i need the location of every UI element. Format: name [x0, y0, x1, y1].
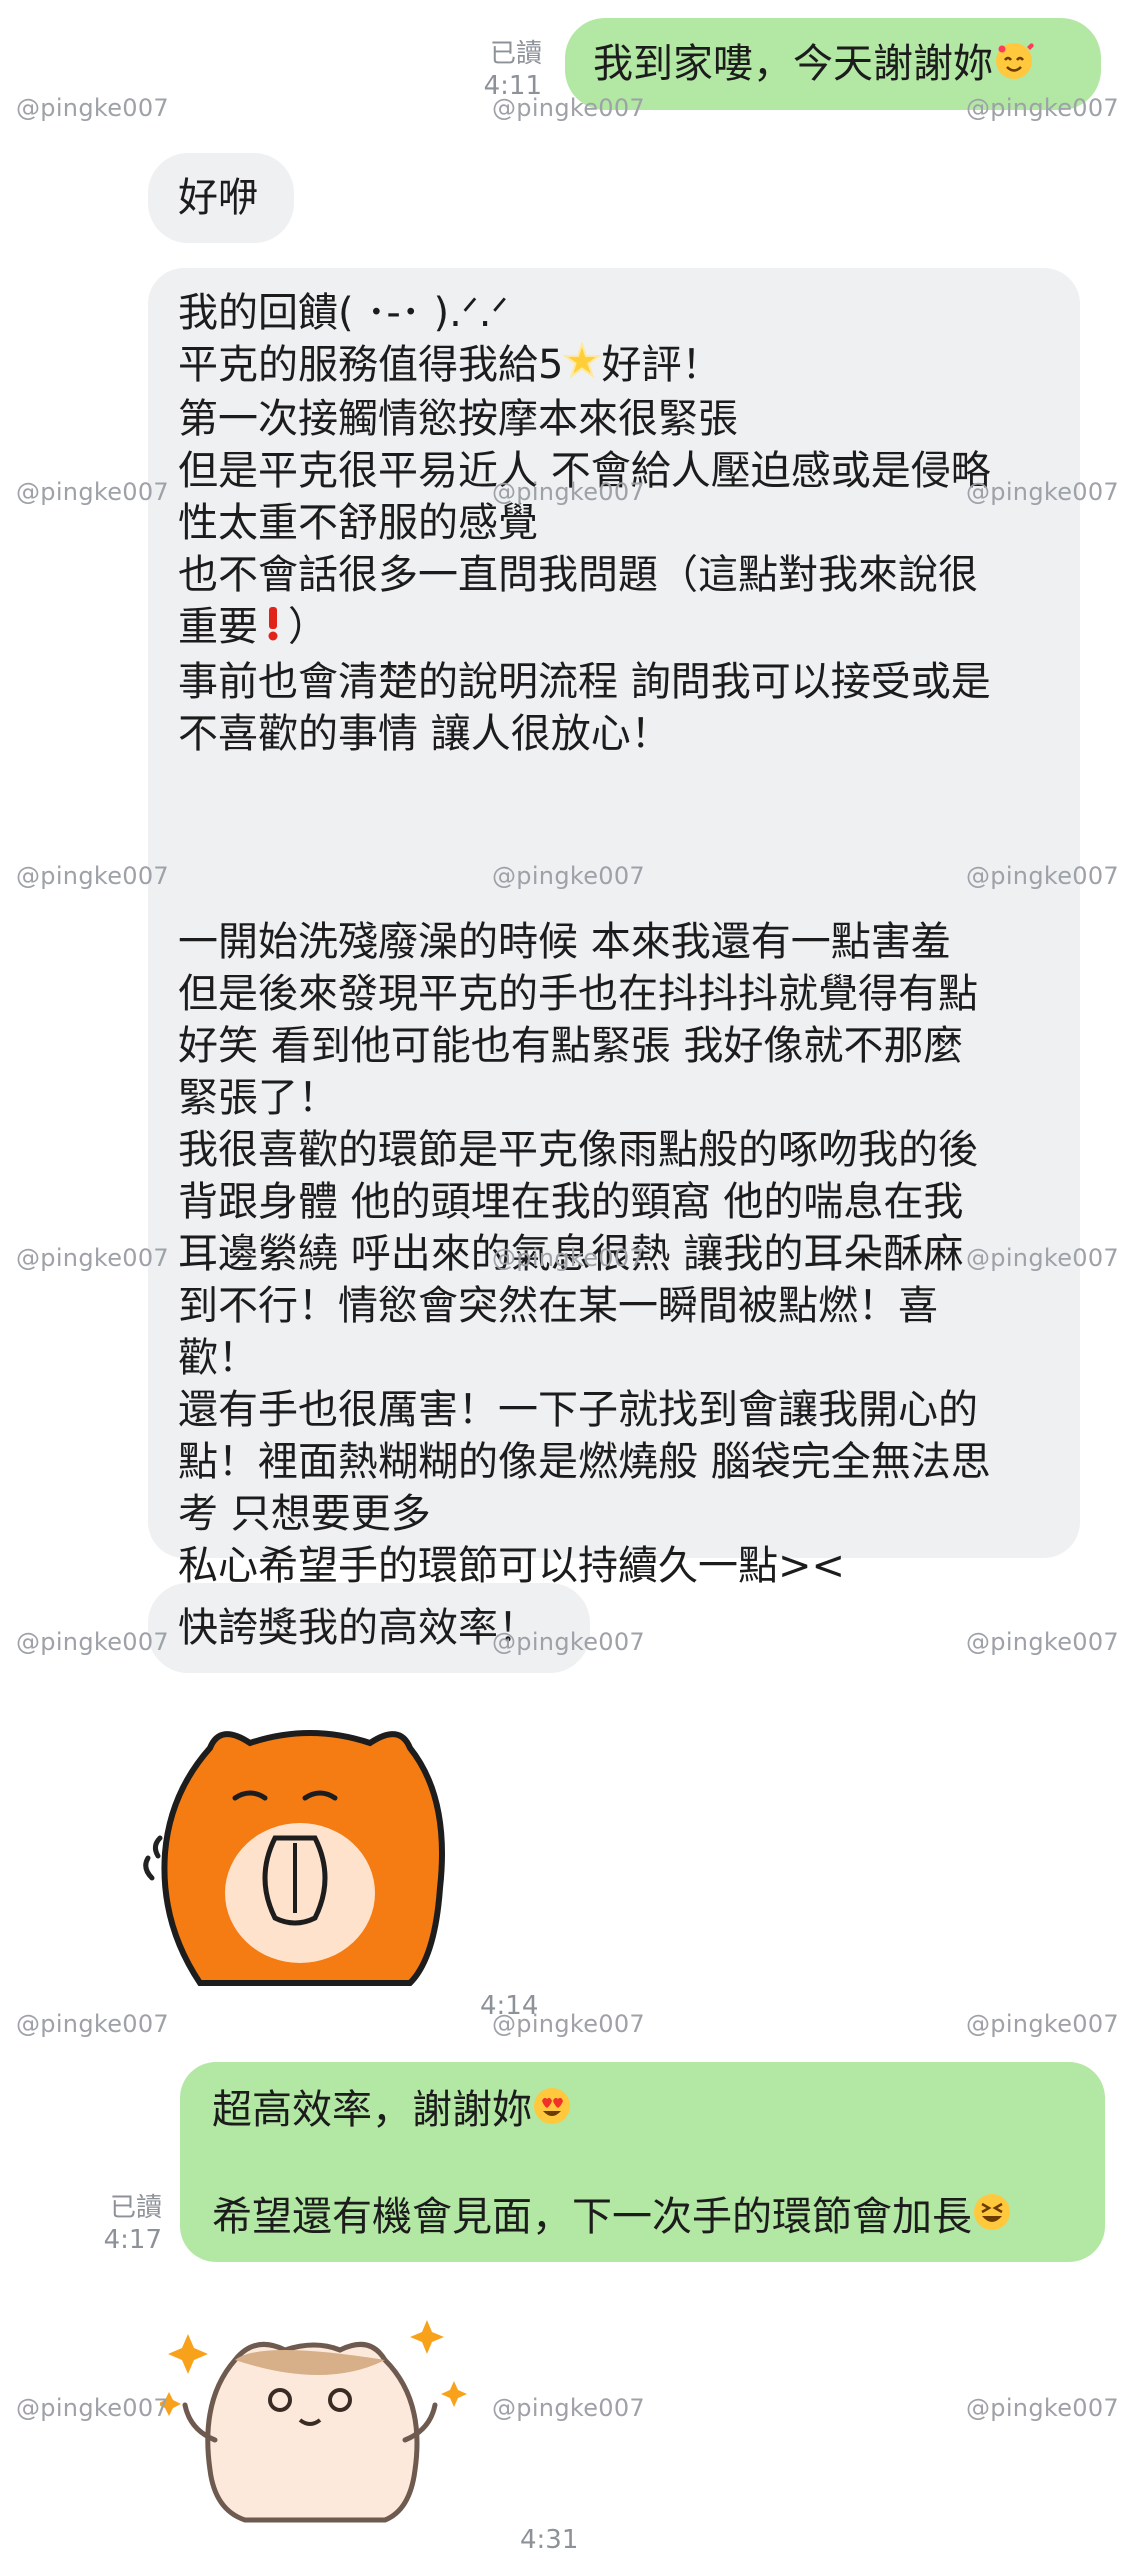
- message-line: 也不會話很多一直問我問題（這點對我來說很: [178, 552, 978, 598]
- outgoing-message-bubble[interactable]: 超高效率，謝謝妳 希望還有機會見面，下一次手的環節會加長: [180, 2062, 1105, 2262]
- watermark: @pingke007: [16, 1244, 169, 1272]
- message-line: 好笑 看到他可能也有點緊張 我好像就不那麼: [178, 1022, 964, 1069]
- smiling-face-with-hearts-icon: [993, 39, 1035, 94]
- read-label: 已讀: [489, 39, 542, 69]
- incoming-message-bubble[interactable]: 好咿: [148, 153, 294, 243]
- message-line: 點！裡面熱糊糊的像是燃燒般 腦袋完全無法思: [178, 1438, 991, 1485]
- watermark: @pingke007: [16, 1628, 169, 1656]
- message-line: 重要）: [178, 601, 1050, 656]
- message-line: 超高效率，謝謝妳: [212, 2084, 1073, 2139]
- read-receipt: 已讀 4:11: [470, 38, 542, 102]
- exclamation-mark-icon: [258, 603, 288, 656]
- message-line: 希望還有機會見面，下一次手的環節會加長: [212, 2191, 1073, 2246]
- watermark: @pingke007: [16, 2010, 169, 2038]
- watermark: @pingke007: [16, 478, 169, 506]
- message-line: 第一次接觸情慾按摩本來很緊張: [178, 396, 738, 442]
- watermark: @pingke007: [16, 94, 169, 122]
- watermark: @pingke007: [492, 2394, 645, 2422]
- message-line: 背跟身體 他的頭埋在我的頸窩 他的喘息在我: [178, 1178, 964, 1225]
- read-receipt: 已讀 4:17: [82, 2192, 162, 2256]
- message-line: 歡！: [178, 1334, 258, 1381]
- message-time: 4:17: [103, 2225, 162, 2255]
- grinning-squinting-face-icon: [972, 2192, 1012, 2245]
- message-line: 我很喜歡的環節是平克像雨點般的啄吻我的後: [178, 1126, 978, 1173]
- hamster-cheering-sticker[interactable]: [157, 2320, 490, 2530]
- watermark: @pingke007: [966, 2010, 1119, 2038]
- watermark: @pingke007: [966, 1244, 1119, 1272]
- message-line: 事前也會清楚的說明流程 詢問我可以接受或是: [178, 658, 991, 705]
- message-line: 一開始洗殘廢澡的時候 本來我還有一點害羞: [178, 918, 951, 965]
- watermark: @pingke007: [16, 2394, 169, 2422]
- message-text: 快誇獎我的高效率！: [178, 1605, 538, 1651]
- hamster-praying-sticker[interactable]: [140, 1718, 480, 2008]
- watermark: @pingke007: [966, 478, 1119, 506]
- message-line: 不喜歡的事情 讓人很放心！: [178, 710, 671, 757]
- message-line: 緊張了！: [178, 1074, 338, 1121]
- watermark: @pingke007: [492, 2010, 645, 2038]
- glowing-star-icon: [562, 340, 603, 393]
- watermark: @pingke007: [966, 1628, 1119, 1656]
- message-text: 好咿: [178, 175, 258, 221]
- watermark: @pingke007: [966, 862, 1119, 890]
- message-line: 考 只想要更多: [178, 1490, 431, 1537]
- message-time: 4:31: [520, 2525, 579, 2555]
- watermark: @pingke007: [966, 2394, 1119, 2422]
- watermark: @pingke007: [492, 94, 645, 122]
- watermark: @pingke007: [16, 862, 169, 890]
- watermark: @pingke007: [492, 1628, 645, 1656]
- read-label: 已讀: [109, 2193, 162, 2223]
- message-line: 但是後來發現平克的手也在抖抖抖就覺得有點: [178, 970, 978, 1017]
- watermark: @pingke007: [966, 94, 1119, 122]
- message-line: 平克的服務值得我給5 好評！: [178, 339, 1050, 393]
- message-line: 到不行！情慾會突然在某一瞬間被點燃！喜: [178, 1282, 938, 1329]
- watermark: @pingke007: [492, 862, 645, 890]
- message-line: 還有手也很厲害！一下子就找到會讓我開心的: [178, 1386, 978, 1433]
- message-text: 我到家嘍，今天謝謝妳: [593, 41, 993, 87]
- message-line: 我的回饋( ･-･ ).ᐟ.ᐟ: [178, 290, 509, 336]
- incoming-message-bubble-feedback[interactable]: 我的回饋( ･-･ ).ᐟ.ᐟ 平克的服務值得我給5 好評！ 第一次接觸情慾按摩本…: [148, 268, 1080, 1589]
- watermark: @pingke007: [492, 478, 645, 506]
- heart-eyes-face-icon: [532, 2086, 572, 2139]
- watermark: @pingke007: [492, 1244, 645, 1272]
